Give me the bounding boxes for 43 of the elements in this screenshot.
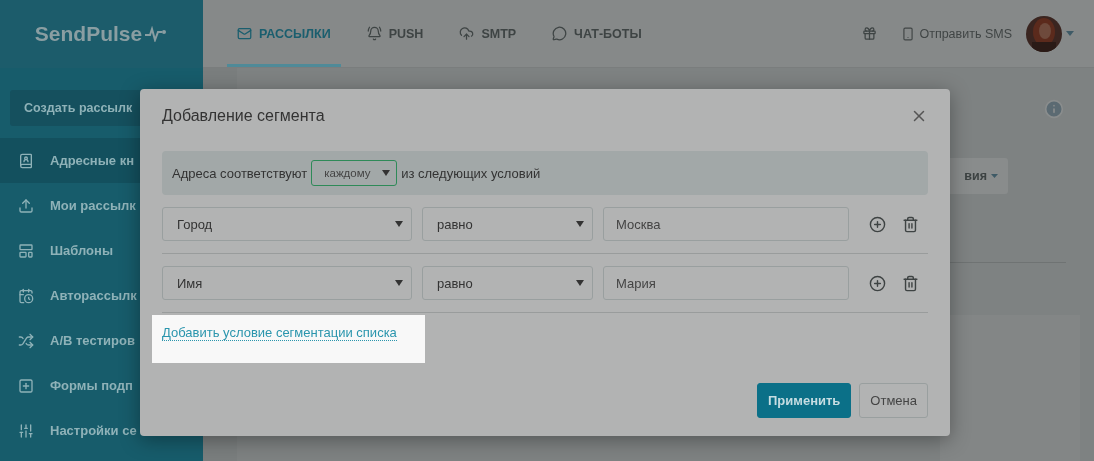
value-field[interactable]: Москва [603,207,849,241]
nav-tab[interactable]: РАССЫЛКИ [227,0,341,67]
caret-icon [395,221,403,227]
address-book-icon [18,152,34,169]
operator-select[interactable]: равно [422,266,593,300]
nav-tab[interactable]: PUSH [356,0,434,67]
value-field[interactable]: Мария [603,266,849,300]
template-icon [18,242,34,259]
pulse-icon [144,26,169,42]
upload-icon [18,197,34,214]
gift-icon[interactable] [862,26,878,41]
logo-text: SendPulse [34,22,143,46]
sliders-icon [18,422,34,439]
field-select[interactable]: Имя [162,266,412,300]
add-icon[interactable] [869,274,886,292]
shuffle-icon [18,332,34,349]
field-select[interactable]: Город [162,207,412,241]
caret-icon [382,170,391,176]
operator-select[interactable]: равно [422,207,593,241]
nav-tab[interactable]: ЧАТ-БОТЫ [542,0,652,67]
sidebar-item[interactable]: Настройки се [0,408,203,453]
nav-tab[interactable]: SMTP [449,0,527,67]
match-label: из следующих условий [401,165,541,181]
caret-icon [395,280,403,286]
caret-icon [991,174,998,178]
form-icon [18,377,34,394]
cancel-button[interactable]: Отмена [859,383,928,418]
match-select[interactable]: каждому [311,160,398,186]
send-sms-link[interactable]: Отправить SMS [901,26,1012,41]
calendar-icon [18,287,34,304]
add-icon[interactable] [869,215,886,233]
caret-icon [576,221,584,227]
envelope-icon [237,26,252,41]
chat-bubble-icon [552,26,568,41]
add-condition-link[interactable]: Добавить условие сегментации списка [162,325,397,341]
sidebar-item[interactable]: Формы подп [0,363,203,408]
trash-icon[interactable] [902,215,919,233]
trash-icon[interactable] [902,274,919,292]
caret-icon [576,280,584,286]
phone-icon [901,26,916,41]
apply-button[interactable]: Применить [757,383,852,418]
cloud-upload-icon [459,26,475,41]
bell-icon [366,26,382,41]
